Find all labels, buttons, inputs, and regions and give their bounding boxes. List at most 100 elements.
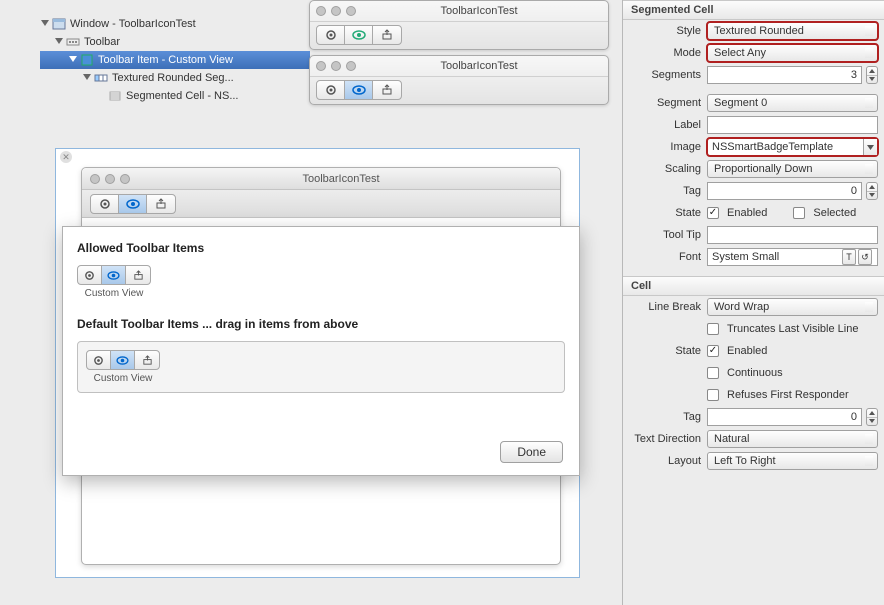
tree-label: Window - ToolbarIconTest <box>70 18 196 30</box>
tree-row-toolbar[interactable]: Toolbar <box>40 33 310 51</box>
cell-enabled-label: Enabled <box>727 345 767 357</box>
default-box[interactable]: Custom View <box>77 341 565 393</box>
segment-share[interactable] <box>126 266 150 284</box>
disclosure-triangle-icon[interactable] <box>54 37 64 47</box>
mode-popup[interactable]: Select Any <box>707 44 878 62</box>
segmented-control[interactable] <box>90 194 176 214</box>
segmented-control[interactable] <box>316 25 402 45</box>
segment-eye[interactable] <box>345 81 373 99</box>
style-popup[interactable]: Textured Rounded <box>707 22 878 40</box>
cell-icon <box>108 89 122 103</box>
tag-field[interactable] <box>707 182 862 200</box>
segment-gear[interactable] <box>87 351 111 369</box>
cell-enabled-checkbox[interactable] <box>707 345 719 357</box>
scaling-popup[interactable]: Proportionally Down <box>707 160 878 178</box>
outline-tree: Window - ToolbarIconTest Toolbar Toolbar… <box>40 15 310 105</box>
tree-row-window[interactable]: Window - ToolbarIconTest <box>40 15 310 33</box>
enabled-label: Enabled <box>727 207 767 219</box>
tooltip-field[interactable] <box>707 226 878 244</box>
canvas: ✕ ToolbarIconTest Allowed Toolbar Items <box>55 148 580 578</box>
tree-row-segmented-cell[interactable]: Segmented Cell - NS... <box>40 87 310 105</box>
tag-stepper[interactable] <box>866 182 878 200</box>
segment-eye[interactable] <box>345 26 373 44</box>
item-caption: Custom View <box>86 373 160 384</box>
label-image: Image <box>629 141 707 153</box>
label-label: Label <box>629 119 707 131</box>
refuses-label: Refuses First Responder <box>727 389 849 401</box>
segment-eye[interactable] <box>119 195 147 213</box>
tree-row-toolbar-item[interactable]: Toolbar Item - Custom View <box>40 51 310 69</box>
window-title: ToolbarIconTest <box>130 173 552 185</box>
linebreak-popup[interactable]: Word Wrap <box>707 298 878 316</box>
segments-field[interactable] <box>707 66 862 84</box>
selected-checkbox[interactable] <box>793 207 805 219</box>
section-segmented-cell: Segmented Cell <box>623 0 884 20</box>
label-tag: Tag <box>629 185 707 197</box>
tree-row-textured[interactable]: Textured Rounded Seg... <box>40 69 310 87</box>
cell-tag-field[interactable] <box>707 408 862 426</box>
refuses-checkbox[interactable] <box>707 389 719 401</box>
truncates-checkbox[interactable] <box>707 323 719 335</box>
close-icon[interactable]: ✕ <box>60 151 72 163</box>
traffic-lights <box>316 6 356 16</box>
disclosure-triangle-icon[interactable] <box>40 19 50 29</box>
preview-window-1: ToolbarIconTest <box>309 0 609 50</box>
tree-label: Toolbar Item - Custom View <box>98 54 233 66</box>
label-layout: Layout <box>629 455 707 467</box>
traffic-lights <box>90 174 130 184</box>
label-font: Font <box>629 251 707 263</box>
font-panel-button[interactable]: T <box>842 249 856 265</box>
label-tooltip: Tool Tip <box>629 229 707 241</box>
inspector-panel: Segmented Cell Style Textured Rounded Mo… <box>622 0 884 605</box>
segment-gear[interactable] <box>317 26 345 44</box>
toolbar-item-icon <box>80 53 94 67</box>
segment-share[interactable] <box>147 195 175 213</box>
cell-tag-stepper[interactable] <box>866 408 878 426</box>
segment-eye[interactable] <box>102 266 126 284</box>
continuous-checkbox[interactable] <box>707 367 719 379</box>
window-title: ToolbarIconTest <box>356 60 602 72</box>
segment-eye[interactable] <box>111 351 135 369</box>
traffic-lights <box>316 61 356 71</box>
image-combo[interactable]: NSSmartBadgeTemplate <box>707 138 878 156</box>
label-state: State <box>629 207 707 219</box>
layout-popup[interactable]: Left To Right <box>707 452 878 470</box>
enabled-checkbox[interactable] <box>707 207 719 219</box>
default-item[interactable] <box>86 350 160 370</box>
tree-label: Textured Rounded Seg... <box>112 72 234 84</box>
label-segment: Segment <box>629 97 707 109</box>
segments-stepper[interactable] <box>866 66 878 84</box>
preview-window-2: ToolbarIconTest <box>309 55 609 105</box>
allowed-heading: Allowed Toolbar Items <box>77 241 565 255</box>
segment-gear[interactable] <box>317 81 345 99</box>
window-icon <box>52 17 66 31</box>
design-window: ToolbarIconTest Allowed Toolbar Items Cu… <box>81 167 561 565</box>
disclosure-triangle-icon[interactable] <box>82 73 92 83</box>
label-mode: Mode <box>629 47 707 59</box>
segment-popup[interactable]: Segment 0 <box>707 94 878 112</box>
selected-label: Selected <box>813 207 856 219</box>
font-restore-button[interactable]: ↺ <box>858 249 872 265</box>
truncates-label: Truncates Last Visible Line <box>727 323 858 335</box>
tree-label: Segmented Cell - NS... <box>126 90 239 102</box>
label-cell-tag: Tag <box>629 411 707 423</box>
label-linebreak: Line Break <box>629 301 707 313</box>
label-cell-state: State <box>629 345 707 357</box>
segment-gear[interactable] <box>91 195 119 213</box>
window-title: ToolbarIconTest <box>356 5 602 17</box>
label-scaling: Scaling <box>629 163 707 175</box>
disclosure-triangle-icon[interactable] <box>68 55 78 65</box>
segment-share[interactable] <box>373 81 401 99</box>
done-button[interactable]: Done <box>500 441 563 463</box>
segmented-control[interactable] <box>316 80 402 100</box>
label-field[interactable] <box>707 116 878 134</box>
allowed-item[interactable] <box>77 265 151 285</box>
label-textdir: Text Direction <box>629 433 707 445</box>
textdir-popup[interactable]: Natural <box>707 430 878 448</box>
item-caption: Custom View <box>77 288 151 299</box>
section-cell: Cell <box>623 276 884 296</box>
segment-gear[interactable] <box>78 266 102 284</box>
chevron-down-icon[interactable] <box>863 139 877 155</box>
segment-share[interactable] <box>373 26 401 44</box>
segment-share[interactable] <box>135 351 159 369</box>
